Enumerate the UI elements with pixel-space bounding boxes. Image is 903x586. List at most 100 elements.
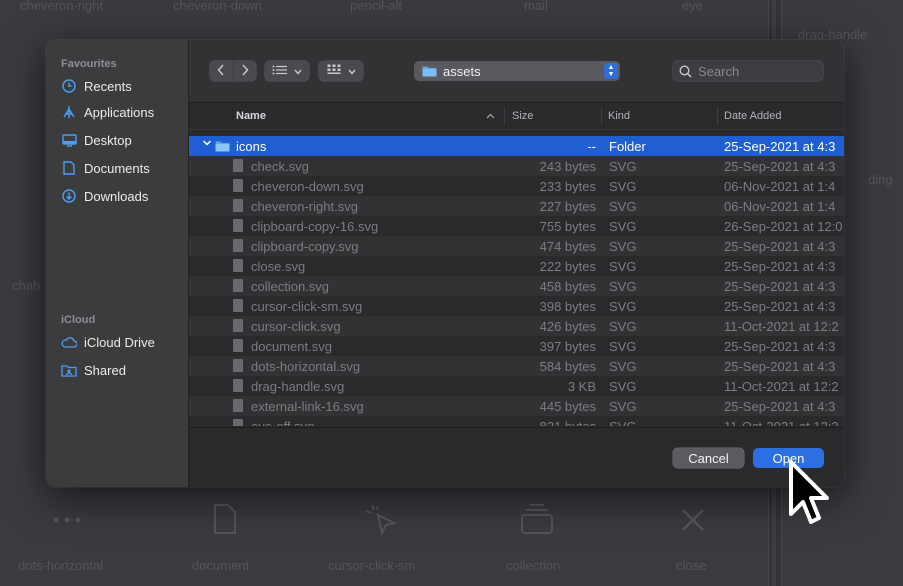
bg-label: pencil-alt [350, 0, 403, 13]
location-popup[interactable]: assets ▲ ▼ [414, 61, 620, 81]
table-row[interactable]: clipboard-copy.svg 474 bytes SVG 25-Sep-… [189, 236, 844, 256]
cancel-button[interactable]: Cancel [673, 448, 744, 468]
search-icon [679, 64, 692, 78]
table-row[interactable]: cursor-click-sm.svg 398 bytes SVG 25-Sep… [189, 296, 844, 316]
bg-label: cursor-click-sm [328, 558, 416, 573]
sidebar-item-label: Downloads [84, 188, 149, 204]
sidebar-item-downloads[interactable]: Downloads [61, 185, 148, 207]
table-row[interactable]: cheveron-right.svg 227 bytes SVG 06-Nov-… [189, 196, 844, 216]
list-view-icon [272, 64, 288, 78]
column-size[interactable]: Size [512, 103, 533, 129]
table-row[interactable]: eye-off.svg 821 bytes SVG 11-Oct-2021 at… [189, 416, 844, 426]
file-name: cheveron-right.svg [251, 198, 358, 214]
file-date: 25-Sep-2021 at 4:3 [724, 158, 836, 174]
location-label: assets [443, 63, 481, 79]
file-kind: SVG [609, 378, 637, 394]
file-date: 25-Sep-2021 at 4:3 [724, 238, 836, 254]
table-row[interactable]: check.svg 243 bytes SVG 25-Sep-2021 at 4… [189, 156, 844, 176]
file-size: 474 bytes [539, 238, 596, 254]
file-kind: SVG [609, 358, 637, 374]
file-kind: Folder [609, 138, 646, 154]
close-icon [680, 507, 706, 538]
column-kind[interactable]: Kind [608, 103, 630, 129]
sidebar-section-favourites: Favourites [61, 58, 117, 70]
clock-icon [61, 78, 77, 94]
file-kind: SVG [609, 398, 637, 414]
file-date: 11-Oct-2021 at 12:2 [724, 378, 839, 394]
column-date-added[interactable]: Date Added [724, 103, 782, 129]
file-date: 11-Oct-2021 at 12:2 [724, 418, 839, 427]
file-date: 25-Sep-2021 at 4:3 [724, 298, 836, 314]
sidebar: Favourites Recents Applications Desktop … [46, 40, 189, 487]
search-input[interactable] [696, 62, 810, 80]
bg-label: cheveron-down [173, 0, 262, 13]
chevron-down-icon [347, 64, 356, 78]
desktop-icon [61, 132, 77, 148]
chevron-left-icon [217, 63, 225, 79]
footer-divider [189, 427, 844, 428]
table-row[interactable]: cursor-click.svg 426 bytes SVG 11-Oct-20… [189, 316, 844, 336]
sidebar-item-label: Shared [84, 362, 126, 378]
file-icon [233, 179, 243, 192]
file-icon [233, 419, 243, 426]
file-name: clipboard-copy.svg [251, 238, 359, 254]
file-date: 06-Nov-2021 at 1:4 [724, 178, 836, 194]
file-size: 227 bytes [539, 198, 596, 214]
disclosure-chevron-icon[interactable] [202, 139, 212, 150]
file-size: 426 bytes [539, 318, 596, 334]
search-field[interactable] [673, 61, 823, 81]
table-row[interactable]: external-link-16.svg 445 bytes SVG 25-Se… [189, 396, 844, 416]
back-button[interactable] [210, 61, 232, 81]
file-date: 06-Nov-2021 at 1:4 [724, 198, 836, 214]
file-kind: SVG [609, 258, 637, 274]
file-name: external-link-16.svg [251, 398, 364, 414]
sidebar-item-documents[interactable]: Documents [61, 157, 150, 179]
file-kind: SVG [609, 198, 637, 214]
file-icon [233, 339, 243, 352]
toolbar: assets ▲ ▼ [189, 40, 844, 103]
cloud-icon [61, 334, 77, 350]
sidebar-item-label: Desktop [84, 132, 132, 148]
sidebar-item-applications[interactable]: Applications [61, 101, 154, 123]
file-icon [233, 199, 243, 212]
table-row[interactable]: cheveron-down.svg 233 bytes SVG 06-Nov-2… [189, 176, 844, 196]
sidebar-item-icloud-drive[interactable]: iCloud Drive [61, 331, 155, 353]
file-kind: SVG [609, 418, 637, 427]
file-icon [233, 239, 243, 252]
file-kind: SVG [609, 338, 637, 354]
sidebar-item-shared[interactable]: Shared [61, 359, 126, 381]
table-row[interactable]: icons -- Folder 25-Sep-2021 at 4:3 [189, 136, 844, 156]
bg-label: dots-horizontal [18, 558, 104, 573]
file-size: 821 bytes [539, 418, 596, 427]
bg-label: eye [682, 0, 703, 13]
table-row[interactable]: document.svg 397 bytes SVG 25-Sep-2021 a… [189, 336, 844, 356]
file-kind: SVG [609, 158, 637, 174]
sidebar-item-desktop[interactable]: Desktop [61, 129, 132, 151]
file-name: cursor-click-sm.svg [251, 298, 363, 314]
bg-label: document [192, 558, 250, 573]
file-name: cheveron-down.svg [251, 178, 364, 194]
file-size: 397 bytes [539, 338, 596, 354]
file-size: 584 bytes [539, 358, 596, 374]
forward-button[interactable] [234, 61, 256, 81]
file-name: drag-handle.svg [251, 378, 345, 394]
group-by-button[interactable] [319, 61, 363, 81]
folder-icon [215, 140, 230, 152]
chevron-down-icon [294, 64, 302, 78]
table-row[interactable]: close.svg 222 bytes SVG 25-Sep-2021 at 4… [189, 256, 844, 276]
file-icon [233, 279, 243, 292]
file-icon [233, 259, 243, 272]
column-name[interactable]: Name [236, 103, 266, 129]
view-options-button[interactable] [265, 61, 309, 81]
open-file-dialog: Favourites Recents Applications Desktop … [46, 40, 844, 487]
sidebar-item-recents[interactable]: Recents [61, 75, 132, 97]
file-kind: SVG [609, 318, 637, 334]
bg-label: chab [12, 278, 41, 293]
chevron-right-icon [241, 63, 249, 79]
dots-horizontal-icon [52, 513, 84, 532]
table-row[interactable]: collection.svg 458 bytes SVG 25-Sep-2021… [189, 276, 844, 296]
collection-icon [520, 503, 554, 540]
table-row[interactable]: clipboard-copy-16.svg 755 bytes SVG 26-S… [189, 216, 844, 236]
table-row[interactable]: drag-handle.svg 3 KB SVG 11-Oct-2021 at … [189, 376, 844, 396]
table-row[interactable]: dots-horizontal.svg 584 bytes SVG 25-Sep… [189, 356, 844, 376]
